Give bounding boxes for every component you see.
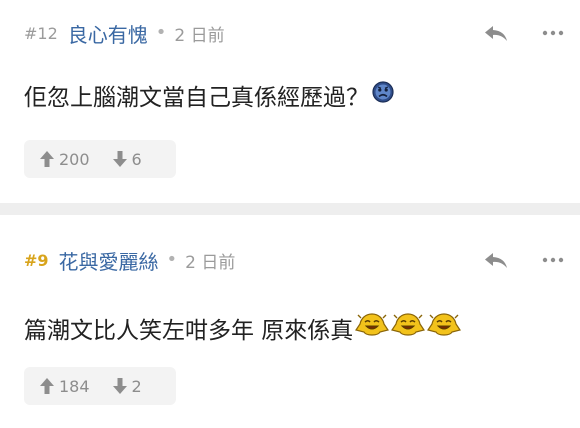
more-options-icon[interactable] (540, 22, 566, 44)
meta-separator: • (166, 249, 178, 270)
upvote-button[interactable]: 200 (24, 140, 90, 178)
reply-icon[interactable] (482, 22, 510, 44)
downvote-count: 2 (131, 376, 142, 396)
vote-bar: 200 6 (24, 140, 176, 178)
post-time: 2 日前 (185, 252, 236, 273)
laughing-face-icon (427, 312, 462, 344)
comment-text: 篇潮文比人笑左咁多年 原來係真 (24, 318, 354, 344)
downvote-button[interactable]: 6 (90, 140, 142, 178)
downvote-count: 6 (131, 149, 142, 169)
comment-text: 佢忽上腦潮文當自己真係經歷過？ (24, 85, 369, 111)
floor-number: #9 (24, 250, 49, 270)
arrow-down-icon (112, 378, 127, 394)
comment-body: 篇潮文比人笑左咁多年 原來係真 (24, 311, 462, 345)
comment-header: #12 良心有愧 • 2 日前 (24, 18, 580, 48)
floor-number: #12 (24, 23, 58, 43)
comment-post: #12 良心有愧 • 2 日前 佢忽上腦潮文當自己真係經歷過？ 200 6 (0, 0, 580, 203)
upvote-count: 200 (59, 149, 90, 169)
arrow-up-icon (40, 151, 54, 167)
arrow-up-icon (40, 378, 54, 394)
vote-bar: 184 2 (24, 367, 176, 405)
laughing-face-icon (391, 312, 426, 344)
arrow-down-icon (112, 151, 127, 167)
comment-header: #9 花與愛麗絲 • 2 日前 (24, 245, 580, 275)
post-separator (0, 203, 580, 215)
username-link[interactable]: 花與愛麗絲 (59, 246, 159, 275)
sad-face-icon (371, 80, 395, 110)
upvote-button[interactable]: 184 (24, 367, 90, 405)
more-options-icon[interactable] (540, 249, 566, 271)
downvote-button[interactable]: 2 (90, 367, 142, 405)
reply-icon[interactable] (482, 249, 510, 271)
username-link[interactable]: 良心有愧 (68, 19, 148, 48)
comment-body: 佢忽上腦潮文當自己真係經歷過？ (24, 78, 395, 112)
meta-separator: • (155, 22, 167, 43)
laughing-face-icon (355, 312, 390, 344)
upvote-count: 184 (59, 376, 90, 396)
comment-post: #9 花與愛麗絲 • 2 日前 篇潮文比人笑左咁多年 原來係真 184 2 (0, 215, 580, 428)
post-time: 2 日前 (174, 25, 225, 46)
